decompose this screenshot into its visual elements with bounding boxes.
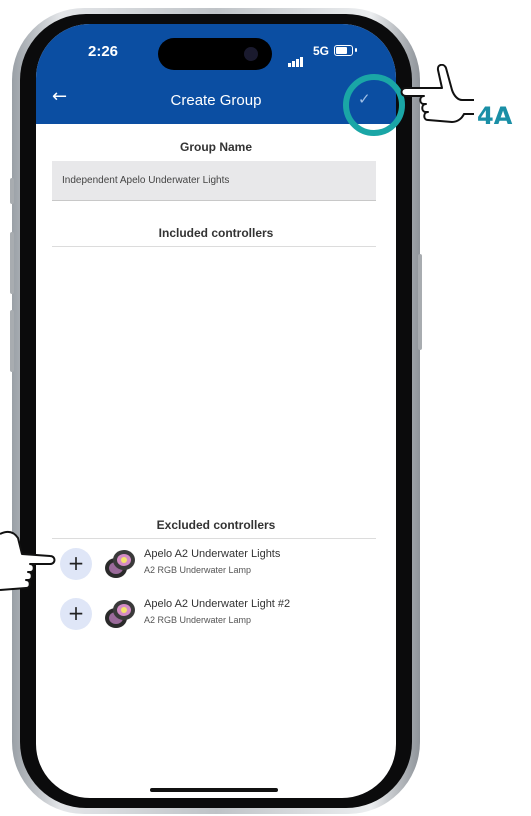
group-name-input[interactable] [52,161,376,201]
camera-icon [244,47,258,61]
silent-switch [10,178,14,204]
battery-tip [355,48,357,52]
home-indicator [150,788,278,792]
controller-type: A2 RGB Underwater Lamp [144,615,252,625]
app-header: 2:26 5G ← Create Group ✓ [36,24,396,124]
included-controllers-label: Included controllers [158,226,274,240]
power-button [418,254,422,350]
list-item: + Apelo A2 Underwater Lights A2 RGB Unde… [60,546,360,586]
lamp-icon [105,600,135,628]
controller-name: Apelo A2 Underwater Lights [144,548,281,560]
network-type: 5G [313,44,330,58]
dynamic-island [158,38,272,70]
lamp-icon [105,550,135,578]
step-label: 4A [477,102,513,130]
controller-type: A2 RGB Underwater Lamp [144,565,252,575]
included-divider [52,246,376,247]
signal-icon [288,48,304,67]
pointing-hand-icon [0,530,56,591]
group-name-label: Group Name [179,140,252,154]
pointing-hand-icon [400,64,474,123]
volume-up-button [10,232,14,294]
included-controllers-list [52,248,376,510]
plus-icon[interactable]: + [60,598,92,630]
status-time: 2:26 [88,43,119,60]
page-title: Create Group [170,92,262,109]
list-item: + Apelo A2 Underwater Light #2 A2 RGB Un… [60,596,360,636]
controller-name: Apelo A2 Underwater Light #2 [144,598,291,610]
battery-icon [334,45,353,56]
volume-down-button [10,310,14,372]
plus-icon[interactable]: + [60,548,92,580]
excluded-controllers-label: Excluded controllers [156,518,276,532]
app-screen: 2:26 5G ← Create Group ✓ Group Name Incl… [36,24,396,798]
excluded-divider [52,538,376,539]
